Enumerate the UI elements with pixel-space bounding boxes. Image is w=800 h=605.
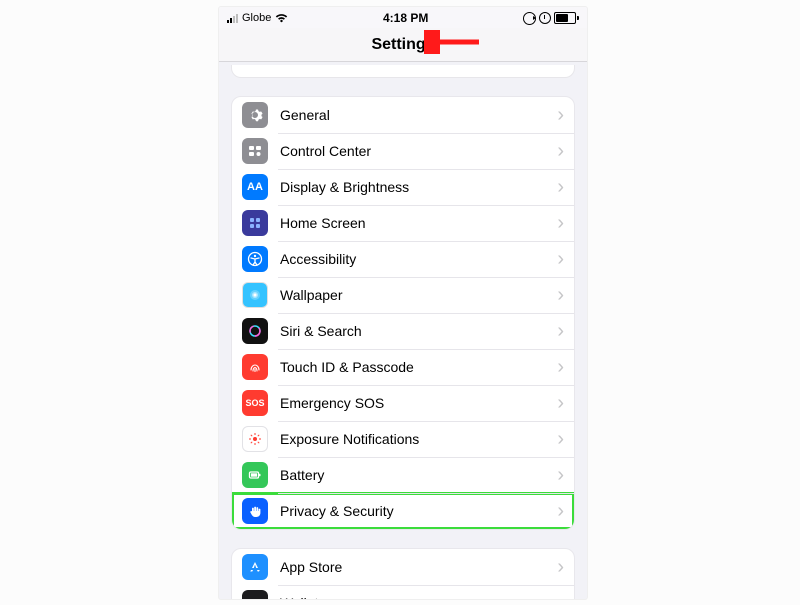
previous-group-tail — [231, 65, 575, 78]
display-brightness-icon: AA — [242, 174, 268, 200]
row-label: Wallpaper — [280, 287, 545, 303]
status-bar: Globe 4:18 PM — [219, 7, 587, 28]
row-label: Home Screen — [280, 215, 545, 231]
siri-icon — [242, 318, 268, 344]
chevron-right-icon: › — [557, 105, 564, 125]
chevron-right-icon: › — [557, 429, 564, 449]
row-label: Emergency SOS — [280, 395, 545, 411]
home-screen-icon — [242, 210, 268, 236]
row-emergency-sos[interactable]: SOS Emergency SOS › — [232, 385, 574, 421]
row-exposure-notifications[interactable]: Exposure Notifications › — [232, 421, 574, 457]
row-label: Control Center — [280, 143, 545, 159]
chevron-right-icon: › — [557, 213, 564, 233]
row-label: Wallet — [280, 595, 545, 599]
row-battery[interactable]: Battery › — [232, 457, 574, 493]
row-label: Exposure Notifications — [280, 431, 545, 447]
row-label: Touch ID & Passcode — [280, 359, 545, 375]
row-siri-search[interactable]: Siri & Search › — [232, 313, 574, 349]
row-label: Accessibility — [280, 251, 545, 267]
wallpaper-icon — [242, 282, 268, 308]
settings-group-store: App Store › Wallet › — [231, 548, 575, 599]
wallet-icon — [242, 590, 268, 599]
exposure-icon — [242, 426, 268, 452]
row-label: App Store — [280, 559, 545, 575]
chevron-right-icon: › — [557, 321, 564, 341]
wifi-icon — [275, 13, 288, 23]
battery-settings-icon — [242, 462, 268, 488]
general-icon — [242, 102, 268, 128]
app-store-icon — [242, 554, 268, 580]
chevron-right-icon: › — [557, 177, 564, 197]
status-time: 4:18 PM — [383, 11, 428, 25]
accessibility-icon — [242, 246, 268, 272]
row-wallet[interactable]: Wallet › — [232, 585, 574, 599]
chevron-right-icon: › — [557, 465, 564, 485]
row-label: General — [280, 107, 545, 123]
control-center-icon — [242, 138, 268, 164]
chevron-right-icon: › — [557, 393, 564, 413]
privacy-icon — [242, 498, 268, 524]
row-wallpaper[interactable]: Wallpaper › — [232, 277, 574, 313]
chevron-right-icon: › — [557, 357, 564, 377]
row-label: Privacy & Security — [280, 503, 545, 519]
row-accessibility[interactable]: Accessibility › — [232, 241, 574, 277]
chevron-right-icon: › — [557, 501, 564, 521]
alarm-icon — [539, 12, 551, 24]
chevron-right-icon: › — [557, 249, 564, 269]
signal-icon — [227, 14, 238, 23]
row-label: Display & Brightness — [280, 179, 545, 195]
row-home-screen[interactable]: Home Screen › — [232, 205, 574, 241]
row-app-store[interactable]: App Store › — [232, 549, 574, 585]
carrier-label: Globe — [242, 12, 271, 24]
row-label: Battery — [280, 467, 545, 483]
touch-id-icon — [242, 354, 268, 380]
row-label: Siri & Search — [280, 323, 545, 339]
chevron-right-icon: › — [557, 557, 564, 577]
row-touch-id-passcode[interactable]: Touch ID & Passcode › — [232, 349, 574, 385]
navbar: Settings — [219, 28, 587, 62]
annotation-arrow — [424, 30, 484, 54]
chevron-right-icon: › — [557, 285, 564, 305]
settings-group-main: General › Control Center › AA Display & … — [231, 96, 575, 530]
phone-frame: Globe 4:18 PM Settings General › — [218, 6, 588, 600]
row-control-center[interactable]: Control Center › — [232, 133, 574, 169]
sos-icon: SOS — [242, 390, 268, 416]
row-privacy-security[interactable]: Privacy & Security › — [232, 493, 574, 529]
rotation-lock-icon — [523, 12, 536, 25]
settings-scroll[interactable]: General › Control Center › AA Display & … — [219, 62, 587, 599]
chevron-right-icon: › — [557, 141, 564, 161]
row-general[interactable]: General › — [232, 97, 574, 133]
chevron-right-icon: › — [557, 593, 564, 599]
row-display-brightness[interactable]: AA Display & Brightness › — [232, 169, 574, 205]
battery-icon — [554, 12, 579, 24]
